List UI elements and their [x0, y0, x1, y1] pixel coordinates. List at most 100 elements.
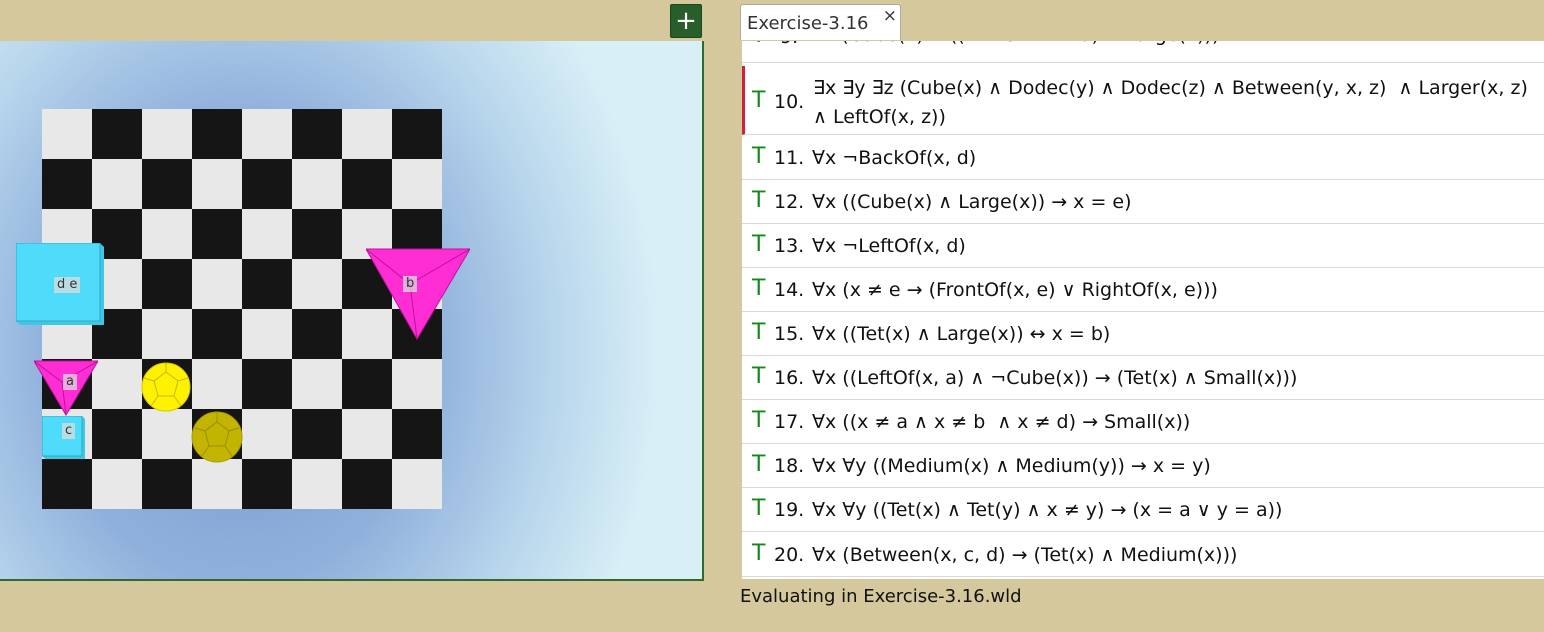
board-square[interactable]	[192, 209, 242, 259]
sentence-number: 9.	[780, 41, 798, 48]
world-view[interactable]: d e b a c	[0, 41, 704, 581]
board-square[interactable]	[42, 459, 92, 509]
board-square[interactable]	[42, 109, 92, 159]
sentence-row[interactable]: T 9. ∃x (Cube(x) ∧ ((x ≠ c ∧ x ≠ d) ∨ La…	[742, 41, 1544, 63]
board-square[interactable]	[292, 409, 342, 459]
board-square[interactable]	[292, 309, 342, 359]
board-square[interactable]	[342, 409, 392, 459]
cube-de[interactable]: d e	[15, 242, 106, 325]
board-square[interactable]	[192, 159, 242, 209]
board-square[interactable]	[292, 259, 342, 309]
sentence-formula-continued: ∧ LeftOf(x, z))	[813, 106, 946, 128]
board-square[interactable]	[92, 159, 142, 209]
board-square[interactable]	[392, 409, 442, 459]
board-square[interactable]	[142, 109, 192, 159]
sentence-row[interactable]: T 17. ∀x ((x ≠ a ∧ x ≠ b ∧ x ≠ d) → Smal…	[742, 400, 1544, 444]
sentence-row[interactable]: T 20. ∀x (Between(x, c, d) → (Tet(x) ∧ M…	[742, 532, 1544, 577]
sentence-number: 19.	[774, 499, 805, 521]
board-square[interactable]	[192, 309, 242, 359]
board-square[interactable]	[192, 459, 242, 509]
board-square[interactable]	[42, 159, 92, 209]
dodec-yellow[interactable]	[141, 361, 191, 413]
truth-value: T	[752, 364, 766, 389]
sentence-formula: ∀x (Between(x, c, d) → (Tet(x) ∧ Medium(…	[812, 544, 1238, 566]
board-square[interactable]	[142, 259, 192, 309]
sentence-row[interactable]: T 12. ∀x ((Cube(x) ∧ Large(x)) → x = e)	[742, 180, 1544, 224]
sentence-formula: ∀x (x ≠ e → (FrontOf(x, e) ∨ RightOf(x, …	[812, 279, 1218, 301]
sentence-row[interactable]: T 18. ∀x ∀y ((Medium(x) ∧ Medium(y)) → x…	[742, 444, 1544, 488]
board-square[interactable]	[242, 459, 292, 509]
board-square[interactable]	[292, 159, 342, 209]
sentence-formula: ∀x ((x ≠ a ∧ x ≠ b ∧ x ≠ d) → Small(x))	[812, 411, 1191, 433]
board-square[interactable]	[92, 109, 142, 159]
truth-value: T	[752, 320, 766, 345]
board-square[interactable]	[392, 359, 442, 409]
truth-value: T	[752, 41, 765, 48]
board-square[interactable]	[392, 109, 442, 159]
board-square[interactable]	[242, 359, 292, 409]
sentence-row-selected[interactable]: T 10. ∃x ∃y ∃z (Cube(x) ∧ Dodec(y) ∧ Dod…	[742, 66, 1544, 135]
dodec-olive[interactable]	[191, 411, 243, 463]
sentence-formula: ∀x ((Tet(x) ∧ Large(x)) ↔ x = b)	[812, 323, 1111, 345]
tet-b[interactable]: b	[365, 248, 471, 340]
board-square[interactable]	[292, 359, 342, 409]
tab-exercise[interactable]: Exercise-3.16 ×	[740, 4, 901, 40]
close-icon[interactable]: ×	[883, 6, 897, 26]
sentence-row[interactable]: T 13. ∀x ¬LeftOf(x, d)	[742, 224, 1544, 268]
sentence-number: 16.	[774, 367, 805, 389]
sentence-formula: ∀x ¬BackOf(x, d)	[812, 147, 977, 169]
truth-value: T	[752, 232, 766, 257]
truth-value: T	[752, 408, 766, 433]
board-square[interactable]	[92, 409, 142, 459]
tet-a[interactable]: a	[33, 360, 99, 416]
object-label: d e	[54, 277, 81, 293]
sentence-formula: ∀x ((LeftOf(x, a) ∧ ¬Cube(x)) → (Tet(x) …	[812, 367, 1298, 389]
board-square[interactable]	[292, 459, 342, 509]
add-world-button[interactable]: +	[670, 4, 702, 38]
board-square[interactable]	[392, 459, 442, 509]
board-square[interactable]	[192, 259, 242, 309]
board-square[interactable]	[342, 459, 392, 509]
board-square[interactable]	[142, 209, 192, 259]
board-square[interactable]	[92, 459, 142, 509]
board-square[interactable]	[142, 159, 192, 209]
board-square[interactable]	[292, 109, 342, 159]
sentence-number: 13.	[774, 235, 805, 257]
board-square[interactable]	[342, 359, 392, 409]
board-square[interactable]	[342, 159, 392, 209]
sentence-number: 11.	[774, 147, 805, 169]
object-label: a	[63, 374, 77, 390]
sentence-number: 20.	[774, 544, 805, 566]
truth-value: T	[752, 276, 766, 301]
sentence-number: 18.	[774, 455, 805, 477]
board-square[interactable]	[142, 459, 192, 509]
truth-value: T	[752, 88, 766, 113]
sentence-row[interactable]: T 16. ∀x ((LeftOf(x, a) ∧ ¬Cube(x)) → (T…	[742, 356, 1544, 400]
board-square[interactable]	[292, 209, 342, 259]
sentence-row[interactable]: T 19. ∀x ∀y ((Tet(x) ∧ Tet(y) ∧ x ≠ y) →…	[742, 488, 1544, 532]
cube-c[interactable]: c	[41, 415, 86, 460]
board-square[interactable]	[242, 109, 292, 159]
board-square[interactable]	[242, 409, 292, 459]
sentence-formula: ∀x ∀y ((Medium(x) ∧ Medium(y)) → x = y)	[812, 455, 1211, 477]
board-square[interactable]	[142, 409, 192, 459]
tab-label: Exercise-3.16	[747, 13, 869, 34]
board-square[interactable]	[242, 159, 292, 209]
sentence-row[interactable]: T 11. ∀x ¬BackOf(x, d)	[742, 136, 1544, 180]
board-square[interactable]	[242, 309, 292, 359]
sentence-row[interactable]: T 14. ∀x (x ≠ e → (FrontOf(x, e) ∨ Right…	[742, 268, 1544, 312]
sentence-list[interactable]: T 9. ∃x (Cube(x) ∧ ((x ≠ c ∧ x ≠ d) ∨ La…	[742, 41, 1544, 579]
sentence-formula: ∃x (Cube(x) ∧ ((x ≠ c ∧ x ≠ d) ∨ Large(x…	[812, 41, 1219, 50]
board-square[interactable]	[242, 259, 292, 309]
board-square[interactable]	[192, 109, 242, 159]
board-square[interactable]	[342, 109, 392, 159]
sentence-formula: ∀x ∀y ((Tet(x) ∧ Tet(y) ∧ x ≠ y) → (x = …	[812, 499, 1283, 521]
sentence-formula: ∃x ∃y ∃z (Cube(x) ∧ Dodec(y) ∧ Dodec(z) …	[813, 77, 1528, 99]
board-square[interactable]	[192, 359, 242, 409]
board-square[interactable]	[242, 209, 292, 259]
sentence-number: 15.	[774, 323, 805, 345]
board-square[interactable]	[392, 159, 442, 209]
sentence-row[interactable]: T 15. ∀x ((Tet(x) ∧ Large(x)) ↔ x = b)	[742, 312, 1544, 356]
board-square[interactable]	[92, 359, 142, 409]
board-square[interactable]	[142, 309, 192, 359]
